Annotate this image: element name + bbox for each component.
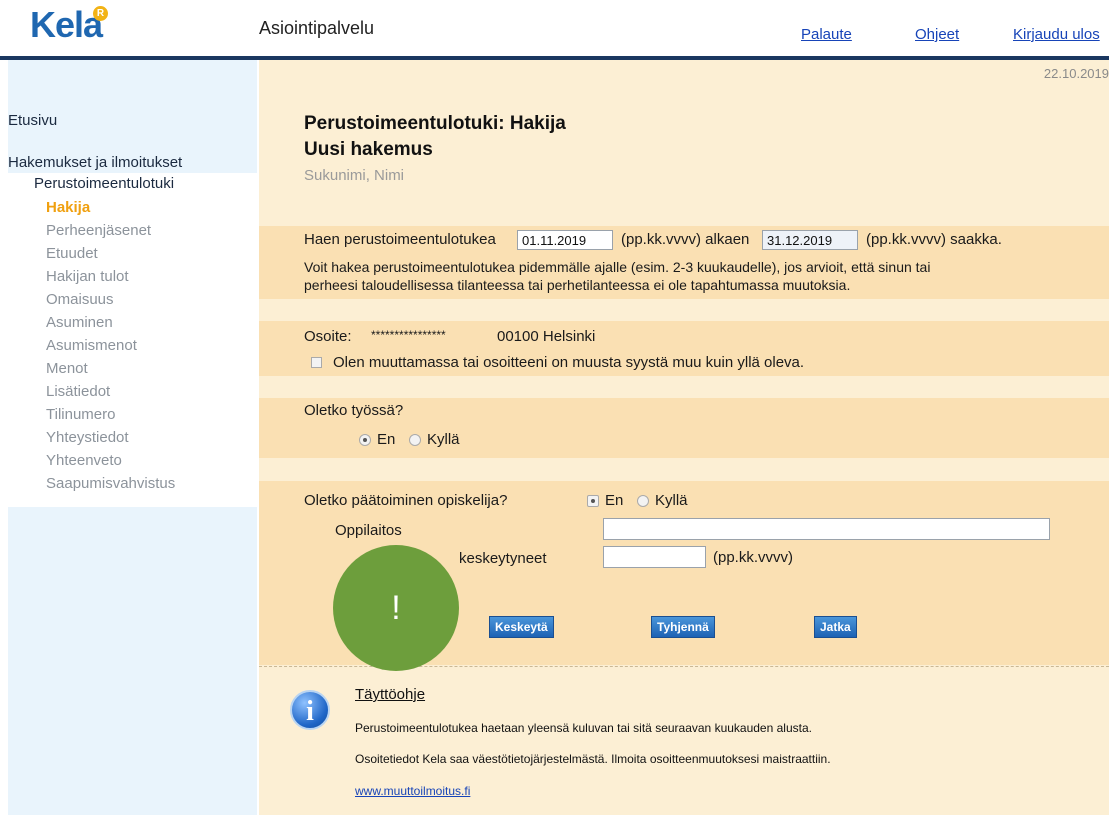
sidebar-item-yhteystiedot[interactable]: Yhteystiedot [46, 429, 129, 446]
page-subtitle: Uusi hakemus [304, 139, 433, 160]
period-note-line2: perheesi taloudellisessa tilanteessa tai… [304, 277, 851, 293]
period-start-input[interactable] [517, 230, 613, 250]
sidebar-item-perheenjasenet[interactable]: Perheenjäsenet [46, 222, 151, 239]
moving-checkbox[interactable] [311, 357, 322, 368]
working-yes-radio[interactable] [409, 434, 421, 446]
sidebar-group-applications[interactable]: Hakemukset ja ilmoitukset [8, 154, 182, 171]
period-start-suffix: (pp.kk.vvvv) alkaen [621, 231, 750, 248]
clear-button[interactable]: Tyhjennä [651, 616, 715, 638]
sidebar-item-tilinumero[interactable]: Tilinumero [46, 406, 115, 423]
feedback-link[interactable]: Palaute [801, 26, 852, 43]
student-no-radio[interactable] [587, 495, 599, 507]
help-title: Täyttöohje [355, 686, 426, 703]
app-title: Asiointipalvelu [259, 18, 375, 38]
interrupted-label: keskeytyneet [459, 550, 547, 567]
sidebar-item-home[interactable]: Etusivu [8, 112, 57, 129]
logo-mark-icon: R [93, 6, 108, 21]
period-note-line1: Voit hakea perustoimeentulotukea pidemmä… [304, 259, 931, 275]
sidebar-item-omaisuus[interactable]: Omaisuus [46, 291, 114, 308]
student-no-label: En [605, 492, 624, 509]
alert-badge-icon: ! [333, 545, 459, 671]
institution-input[interactable] [603, 518, 1050, 540]
period-end-input[interactable] [762, 230, 858, 250]
continue-button[interactable]: Jatka [814, 616, 857, 638]
student-question: Oletko päätoiminen opiskelija? [304, 492, 508, 509]
sidebar: Etusivu Hakemukset ja ilmoitukset Perust… [8, 60, 257, 815]
address-masked: **************** [371, 328, 446, 342]
working-yes-label: Kyllä [427, 431, 460, 448]
help-link[interactable]: Ohjeet [915, 26, 959, 43]
cancel-button[interactable]: Keskeytä [489, 616, 554, 638]
working-question: Oletko työssä? [304, 402, 404, 419]
kela-logo[interactable]: Kela [30, 4, 103, 46]
muuttoilmoitus-link[interactable]: www.muuttoilmoitus.fi [355, 784, 470, 798]
sidebar-item-etuudet[interactable]: Etuudet [46, 245, 98, 262]
sidebar-item-lisatiedot[interactable]: Lisätiedot [46, 383, 110, 400]
logout-link[interactable]: Kirjaudu ulos [1013, 26, 1100, 43]
sidebar-item-asuminen[interactable]: Asuminen [46, 314, 113, 331]
sidebar-item-hakija[interactable]: Hakija [46, 199, 90, 216]
moving-checkbox-label: Olen muuttamassa tai osoitteeni on muust… [333, 354, 805, 371]
period-prefix: Haen perustoimeentulotukea [304, 231, 496, 248]
interrupted-date-input[interactable] [603, 546, 706, 568]
address-label: Osoite: [304, 328, 352, 345]
sidebar-item-basic-income[interactable]: Perustoimeentulotuki [34, 175, 174, 192]
page-title: Perustoimeentulotuki: Hakija [304, 113, 566, 134]
top-header: Kela R Asiointipalvelu Palaute Ohjeet Ki… [0, 0, 1109, 56]
sidebar-item-saapumisvahvistus[interactable]: Saapumisvahvistus [46, 475, 175, 492]
current-date: 22.10.2019 [1043, 66, 1109, 81]
sidebar-item-menot[interactable]: Menot [46, 360, 88, 377]
applicant-name: Sukunimi, Nimi [304, 167, 405, 184]
sidebar-item-yhteenveto[interactable]: Yhteenveto [46, 452, 122, 469]
institution-label: Oppilaitos [335, 522, 402, 539]
interrupted-date-format: (pp.kk.vvvv) [713, 549, 794, 566]
student-yes-radio[interactable] [637, 495, 649, 507]
info-icon: i [290, 690, 330, 730]
student-yes-label: Kyllä [655, 492, 688, 509]
working-no-radio[interactable] [359, 434, 371, 446]
working-no-label: En [377, 431, 396, 448]
period-end-suffix: (pp.kk.vvvv) saakka. [866, 231, 1002, 248]
sidebar-item-hakijan-tulot[interactable]: Hakijan tulot [46, 268, 129, 285]
address-postal: 00100 Helsinki [497, 328, 596, 345]
help-line-1: Perustoimeentulotukea haetaan yleensä ku… [355, 721, 812, 735]
sidebar-item-asumismenot[interactable]: Asumismenot [46, 337, 137, 354]
help-line-2: Osoitetiedot Kela saa väestötietojärjest… [355, 752, 831, 766]
